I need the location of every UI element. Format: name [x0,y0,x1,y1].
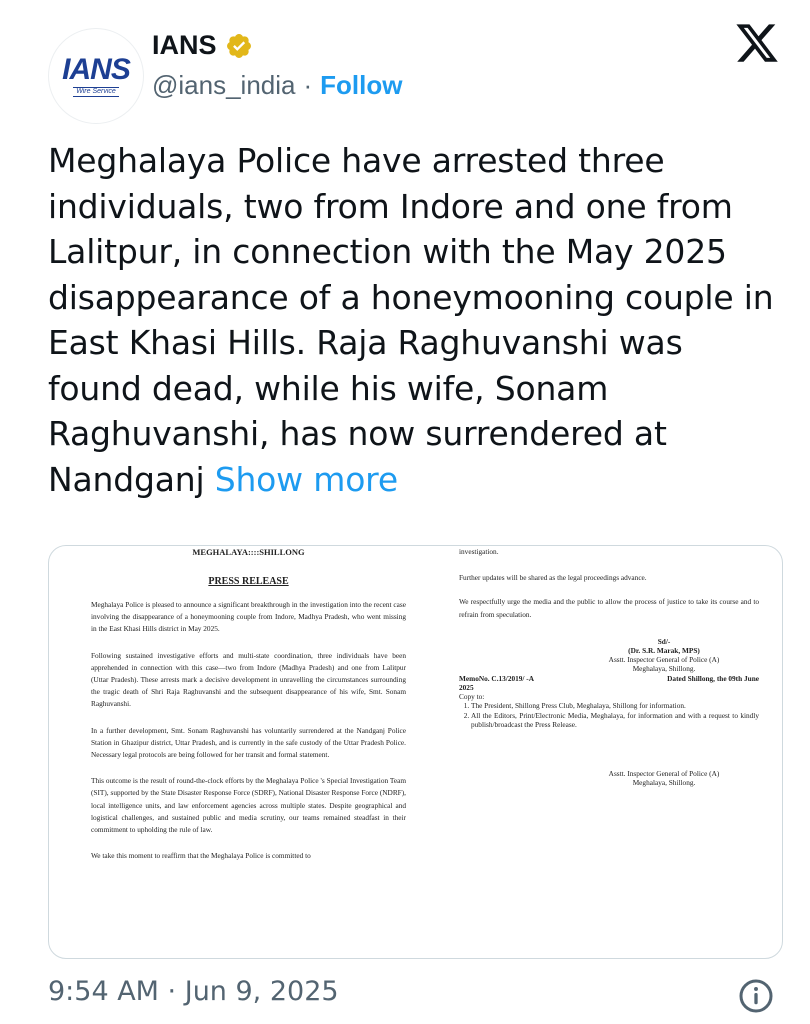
copy-to-item: The President, Shillong Press Club, Megh… [471,701,759,710]
memo-number: MemoNo. C.13/2019/ -A [459,673,534,683]
copy-to-item: All the Editors, Print/Electronic Media,… [471,711,759,729]
memo-dated: Dated Shillong, the 09th June [667,673,759,683]
signature-line: (Dr. S.R. Marak, MPS) [628,645,700,655]
footer-signature-line: Asstt. Inspector General of Police (A) [608,768,720,778]
memo-row: MemoNo. C.13/2019/ -A Dated Shillong, th… [459,674,759,683]
footer-signature-line: Meghalaya, Shillong. [632,777,696,787]
x-logo-icon[interactable] [734,20,780,66]
document-paragraph: We take this moment to reaffirm that the… [91,851,311,861]
tweet-timestamp[interactable]: 9:54 AM · Jun 9, 2025 [48,976,339,1007]
signature-line: Sd/- [657,636,671,646]
author-handle[interactable]: @ians_india [152,70,295,101]
document-left-column: MEGHALAYA::::SHILLONG PRESS RELEASE Megh… [91,546,406,876]
copy-to-label: Copy to: [459,691,485,701]
show-more-link[interactable]: Show more [215,460,398,499]
press-release-document: MEGHALAYA::::SHILLONG PRESS RELEASE Megh… [49,546,782,958]
gold-verified-icon[interactable] [225,32,253,60]
document-right-column: investigation. Further updates will be s… [459,546,759,787]
avatar-logo-subtext: Wire Service [73,87,119,97]
memo-year-row: 2025 [459,683,759,692]
document-paragraph: Meghalaya Police is pleased to announce … [91,600,406,634]
tweet-body: Meghalaya Police have arrested three ind… [48,141,774,499]
avatar-logo-text: IANS [62,53,131,87]
document-header: MEGHALAYA::::SHILLONG [192,547,305,557]
info-icon[interactable] [738,978,774,1014]
footer-signature-block: Asstt. Inspector General of Police (A) M… [579,769,749,787]
memo-year: 2025 [459,682,474,692]
document-paragraph: Further updates will be shared as the le… [459,573,647,583]
document-paragraph: We respectfully urge the media and the p… [459,597,759,619]
signature-line: Asstt. Inspector General of Police (A) [608,654,720,664]
document-paragraph: investigation. [459,547,499,556]
signature-block: Sd/- (Dr. S.R. Marak, MPS) Asstt. Inspec… [579,637,749,673]
separator-dot: · [303,70,313,100]
document-paragraph: Following sustained investigative effort… [91,650,406,709]
tweet-text: Meghalaya Police have arrested three ind… [48,138,778,502]
document-paragraph: This outcome is the result of round-the-… [91,776,406,835]
tweet-media-image[interactable]: MEGHALAYA::::SHILLONG PRESS RELEASE Megh… [48,545,783,959]
avatar[interactable]: IANS Wire Service [48,28,144,124]
copy-to-list: The President, Shillong Press Club, Megh… [459,701,759,729]
author-handle-row: @ians_india · Follow [152,70,402,101]
display-name[interactable]: IANS [152,30,217,61]
signature-line: Meghalaya, Shillong. [632,663,696,673]
follow-button[interactable]: Follow [320,70,402,101]
author-name-row: IANS [152,30,253,61]
document-paragraph: In a further development, Smt. Sonam Rag… [91,725,406,760]
document-title: PRESS RELEASE [208,576,289,587]
